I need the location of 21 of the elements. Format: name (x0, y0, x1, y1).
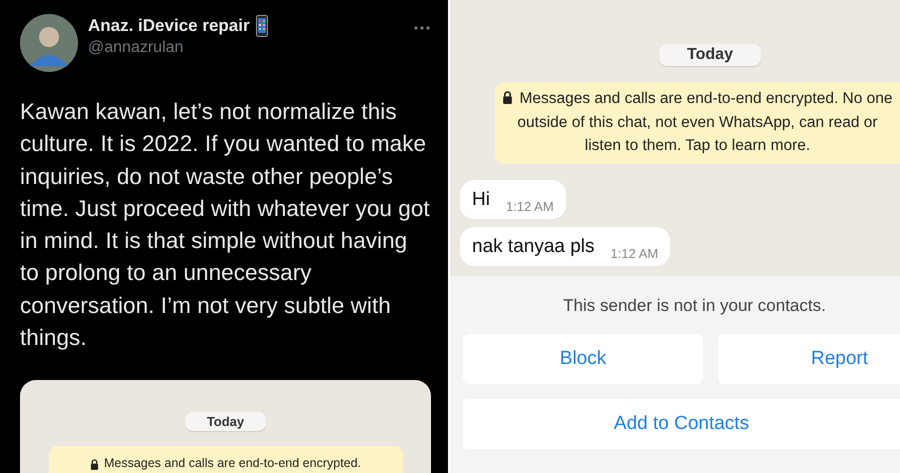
unknown-sender-notice: This sender is not in your contacts. (563, 296, 826, 316)
message-time: 1:12 AM (610, 246, 658, 260)
avatar-icon[interactable] (20, 14, 78, 72)
encryption-notice: Messages and calls are end-to-end encrypted. No one outside of this chat, not even WhatsApp, can read or listen to them. Tap to learn more. (517, 90, 893, 154)
message-text: nak tanyaa pls (472, 236, 595, 258)
encryption-notice: Messages and calls are end-to-end encrypted. (104, 455, 362, 472)
tweet-text: Kawan kawan, let’s not normalize this culture. It is 2022. If you wanted to make inquiries, do not waste other people’s time. Just proceed with whatever you got in mind. It is that simple without having to prolong to an unnecessary conversation. I’m not very subtle with things. (20, 98, 431, 352)
encryption-notice-banner[interactable]: Messages and calls are end-to-end encrypted. No one outside of this chat, not even WhatsApp, can read or listen to them. Tap to learn more. (495, 82, 900, 164)
date-chip: Today (659, 44, 761, 66)
action-button[interactable]: Report (718, 334, 900, 384)
lock-icon (502, 91, 514, 104)
date-chip: Today (184, 412, 266, 432)
author-name[interactable]: Anaz. iDevice repair (88, 16, 250, 36)
action-button[interactable]: Add to Contacts (463, 398, 900, 448)
action-button[interactable]: Block (463, 334, 703, 384)
message-text: Hi (472, 188, 490, 210)
phone-icon (256, 15, 268, 37)
message-time: 1:12 AM (506, 198, 554, 214)
lock-icon (90, 458, 99, 470)
author-handle[interactable]: @annazrulan (88, 39, 404, 57)
more-icon[interactable] (414, 26, 430, 30)
